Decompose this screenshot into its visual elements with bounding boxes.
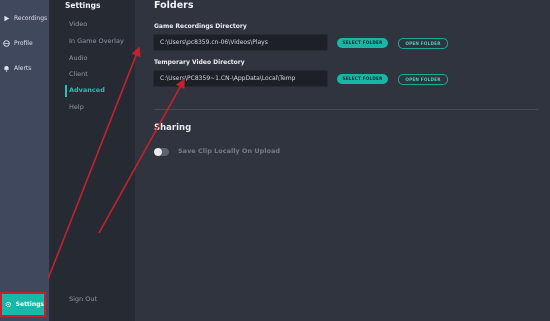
recordings-dir-label: Game Recordings Directory — [154, 23, 247, 30]
recordings-select-folder-button[interactable]: SELECT FOLDER — [337, 38, 388, 48]
subnav-item-help[interactable]: Help — [69, 103, 84, 111]
gear-icon — [5, 301, 12, 308]
rail-item-label: Recordings — [14, 14, 48, 22]
main-panel: Folders Game Recordings Directory C:\Use… — [135, 0, 550, 321]
folders-heading: Folders — [154, 0, 194, 11]
subnav-title: Settings — [65, 1, 101, 10]
temp-dir-label: Temporary Video Directory — [154, 59, 245, 66]
subnav-item-in-game-overlay[interactable]: In Game Overlay — [69, 37, 124, 45]
settings-subnav: Settings Video In Game Overlay Audio Cli… — [50, 0, 135, 321]
rail-item-alerts[interactable]: Alerts — [0, 57, 49, 79]
recordings-dir-field[interactable]: C:\Users\pc8359.cn-06\Videos\Plays — [153, 34, 328, 51]
rail-item-settings[interactable]: Settings — [0, 292, 46, 317]
temp-dir-field[interactable]: C:\Users\PC8359~1.CN-\AppData\Local\Temp — [153, 70, 328, 87]
rail-item-profile[interactable]: Profile — [0, 32, 49, 54]
temp-open-folder-button[interactable]: OPEN FOLDER — [398, 74, 448, 85]
rail-item-recordings[interactable]: Recordings — [0, 7, 49, 29]
rail-item-label: Profile — [14, 39, 33, 47]
subnav-item-advanced[interactable]: Advanced — [69, 86, 105, 94]
sharing-heading: Sharing — [154, 123, 192, 133]
subnav-item-video[interactable]: Video — [69, 20, 87, 28]
globe-icon — [3, 39, 10, 47]
toggle-knob — [154, 148, 162, 156]
rail-item-label: Alerts — [14, 64, 32, 72]
subnav-item-audio[interactable]: Audio — [69, 54, 87, 62]
save-clip-locally-toggle[interactable] — [154, 148, 169, 156]
temp-select-folder-button[interactable]: SELECT FOLDER — [337, 74, 388, 84]
section-divider — [154, 109, 538, 110]
subnav-item-client[interactable]: Client — [69, 70, 88, 78]
left-nav-rail: Recordings Profile Alerts Settings — [0, 0, 50, 321]
sign-out-link[interactable]: Sign Out — [69, 295, 97, 303]
active-indicator — [65, 85, 67, 97]
play-icon — [4, 15, 10, 21]
recordings-open-folder-button[interactable]: OPEN FOLDER — [398, 38, 448, 49]
save-clip-locally-label: Save Clip Locally On Upload — [178, 147, 281, 155]
rail-item-label: Settings — [15, 301, 44, 308]
bell-icon — [4, 65, 9, 72]
